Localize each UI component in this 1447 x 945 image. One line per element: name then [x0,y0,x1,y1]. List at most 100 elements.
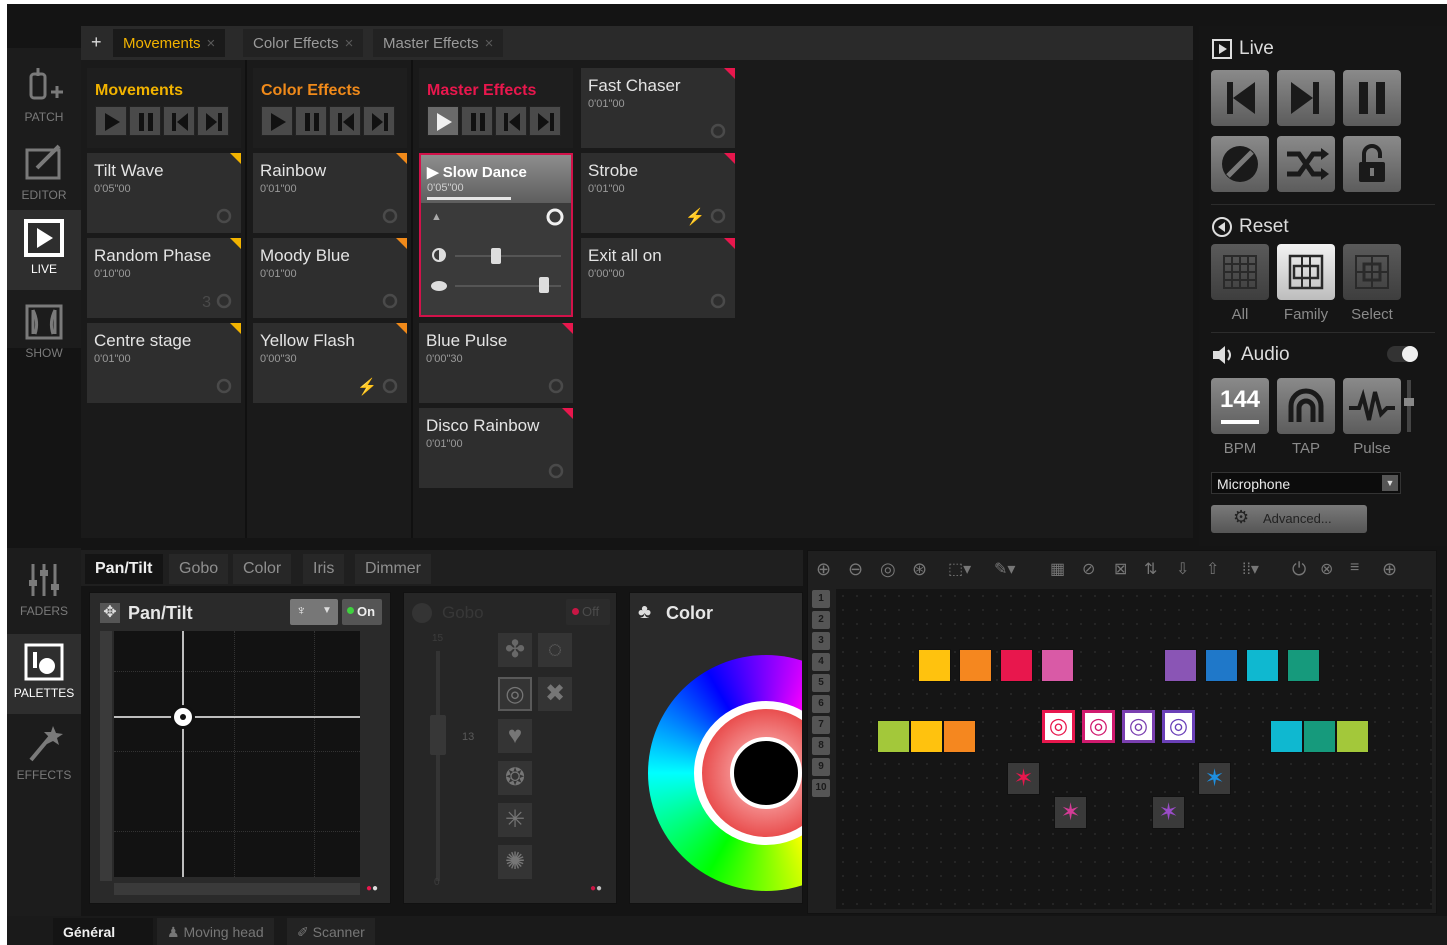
cue-tile[interactable]: Tilt Wave 0'05"00 [87,153,241,233]
pan-tilt-toggle[interactable]: On [342,599,382,625]
next-button[interactable] [529,106,561,136]
gobo-fixture[interactable]: ◎ [1122,710,1155,743]
advanced-button[interactable]: ⚙ Advanced... [1211,505,1367,533]
tab-general[interactable]: Général [53,918,153,945]
nav-palettes[interactable]: PALETTES [7,634,81,714]
pulse-button[interactable] [1343,378,1401,434]
active-cue-tile[interactable]: ▶ Slow Dance 0'05"00 ▲ [419,153,573,317]
gobo-rotation-slider[interactable] [436,651,440,881]
cue-tile[interactable]: Strobe 0'01"00 ⚡ [581,153,735,233]
pan-tilt-handle[interactable] [170,705,195,730]
fixture-swatch[interactable] [1303,720,1336,753]
collapse-icon[interactable]: ▲ [431,211,442,223]
bpm-display[interactable]: 144 [1211,378,1269,434]
select-all-icon[interactable]: ▦ [1050,559,1076,585]
reset-all-button[interactable] [1211,244,1269,300]
row-number[interactable]: 9 [812,758,830,776]
fixture-swatch[interactable] [1041,649,1074,682]
cue-tile[interactable]: Random Phase 0'10"00 3 [87,238,241,318]
gobo-heart-icon[interactable]: ♥ [498,719,532,753]
cue-tile[interactable]: Moody Blue 0'01"00 [253,238,407,318]
zoom-fit-icon[interactable]: ◎ [880,559,906,585]
shuffle-button[interactable] [1277,136,1335,192]
previous-button[interactable] [163,106,195,136]
slider-handle[interactable] [491,248,501,264]
nav-show[interactable]: SHOW [7,294,81,374]
tab-scanner[interactable]: ✐ Scanner [287,918,375,945]
fixture-swatch[interactable] [1287,649,1320,682]
tab-pan-tilt[interactable]: Pan/Tilt [85,554,163,584]
fixture-swatch[interactable] [918,649,951,682]
row-number[interactable]: 3 [812,632,830,650]
nav-live[interactable]: LIVE [7,210,81,290]
intensity-slider[interactable] [455,255,561,257]
tilt-scrollbar[interactable] [100,631,112,881]
cue-tile[interactable]: Blue Pulse 0'00"30 [419,323,573,403]
pause-button[interactable] [295,106,327,136]
gobo-swirl-icon[interactable]: ❂ [498,761,532,795]
previous-cue-button[interactable] [1211,70,1269,126]
nav-editor[interactable]: EDITOR [7,136,81,216]
pan-scrollbar[interactable] [114,883,360,895]
select-none-icon[interactable]: ⊘ [1082,559,1108,585]
zoom-in-icon[interactable]: ⊕ [816,559,842,585]
color-center[interactable] [730,737,802,809]
cue-tile[interactable]: Centre stage 0'01"00 [87,323,241,403]
row-number[interactable]: 4 [812,653,830,671]
gobo-star-icon[interactable]: ✳ [498,803,532,837]
tab-dimmer[interactable]: Dimmer [355,554,431,584]
fixture-swatch[interactable] [943,720,976,753]
fixture-shape-dropdown[interactable]: ♆ ▼ [290,599,338,625]
audio-input-select[interactable]: Microphone ▼ [1211,472,1401,494]
audio-toggle[interactable] [1387,346,1418,362]
pan-tilt-field[interactable] [114,631,360,877]
move-down-icon[interactable]: ⇩ [1176,559,1202,585]
add-tab-button[interactable]: + [91,32,102,53]
nav-faders[interactable]: FADERS [7,552,81,632]
tab-moving-head[interactable]: ♟ Moving head [157,918,274,945]
crosshair-icon[interactable]: ⊕ [1382,559,1408,585]
next-cue-button[interactable] [1277,70,1335,126]
fixture-swatch[interactable] [959,649,992,682]
play-button[interactable] [95,106,127,136]
fixture-swatch[interactable] [1000,649,1033,682]
draw-tool-icon[interactable]: ✎▾ [994,559,1020,585]
fixture-swatch[interactable] [877,720,910,753]
gobo-fixture[interactable]: ◎ [1082,710,1115,743]
tab-color-effects[interactable]: Color Effects × [243,29,364,57]
close-icon[interactable]: × [207,35,216,52]
back-icon[interactable]: ⊛ [912,559,938,585]
pause-button[interactable] [461,106,493,136]
cue-tile[interactable]: Yellow Flash 0'00"30 ⚡ [253,323,407,403]
power-icon[interactable]: ⏻ [1292,559,1318,585]
close-icon[interactable]: × [345,35,354,52]
pointer-tool-icon[interactable]: ⬚▾ [948,559,974,585]
cue-tile[interactable]: Rainbow 0'01"00 [253,153,407,233]
fixture-swatch[interactable] [1205,649,1238,682]
lock-button[interactable] [1343,136,1401,192]
tab-color[interactable]: Color [233,554,292,584]
gobo-fixture[interactable]: ◎ [1162,710,1195,743]
nav-patch[interactable]: PATCH [7,58,81,138]
tap-button[interactable] [1277,378,1335,434]
color-wheel[interactable] [648,655,802,891]
fixture-swatch[interactable] [1270,720,1303,753]
gobo-flower-icon[interactable]: ✤ [498,633,532,667]
remove-fixture-icon[interactable]: ⊗ [1320,559,1346,585]
nav-effects[interactable]: EFFECTS [7,716,81,796]
tab-movements[interactable]: Movements × [113,29,226,57]
scanner-fixture[interactable]: ✶ [1152,796,1185,829]
gobo-wheel-icon[interactable]: ✺ [498,845,532,879]
tab-gobo[interactable]: Gobo [169,554,229,584]
grid-options-icon[interactable]: ⁞⁞▾ [1242,559,1268,585]
tab-master-effects[interactable]: Master Effects × [373,29,504,57]
gobo-cross-icon[interactable]: ✖ [538,677,572,711]
move-up-icon[interactable]: ⇧ [1206,559,1232,585]
scanner-fixture[interactable]: ✶ [1198,762,1231,795]
gobo-toggle[interactable]: Off [566,599,610,625]
gobo-dots-icon[interactable]: ◌ [538,633,572,667]
fixture-swatch[interactable] [1336,720,1369,753]
pause-all-button[interactable] [1343,70,1401,126]
gobo-fixture[interactable]: ◎ [1042,710,1075,743]
close-icon[interactable]: × [485,35,494,52]
